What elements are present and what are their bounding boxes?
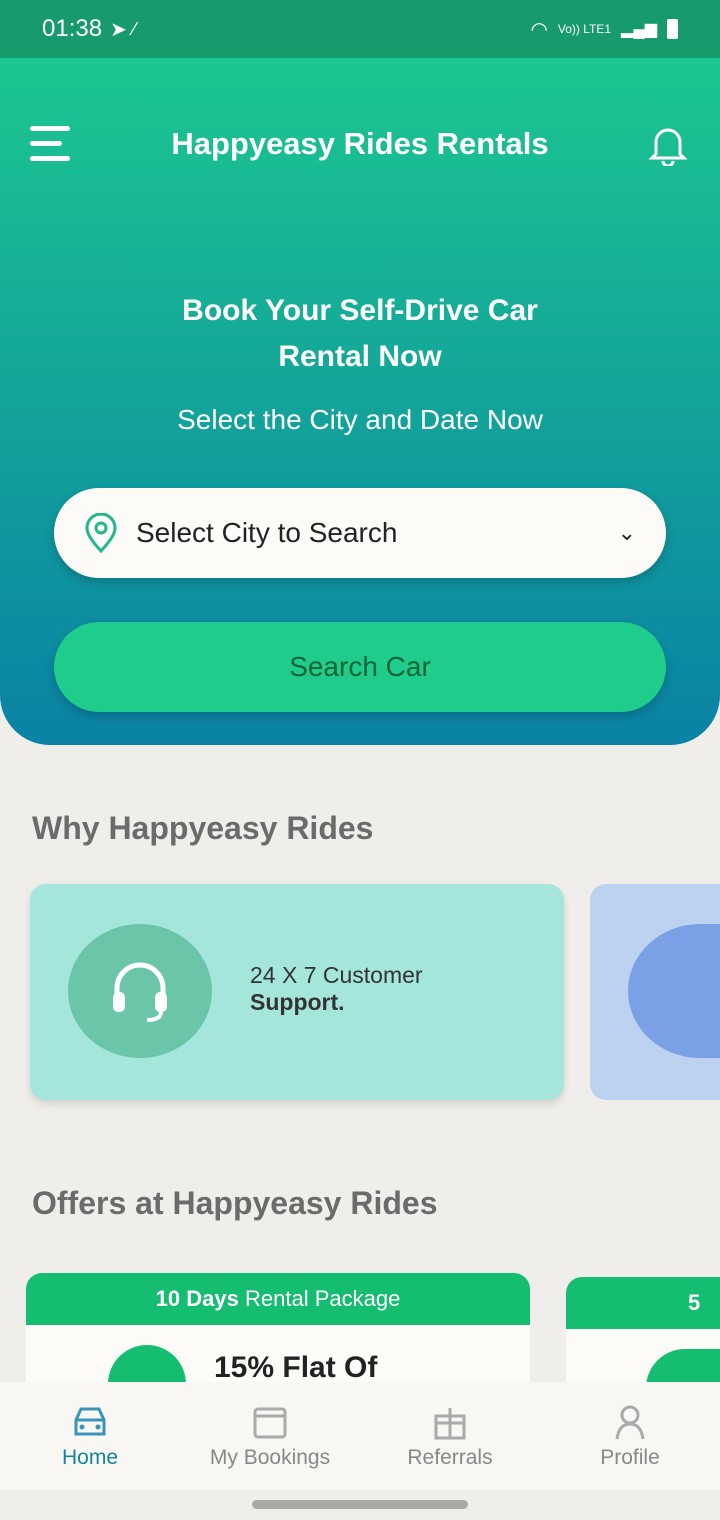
offer-header: 5 D [566,1277,720,1367]
calendar-icon [253,1407,287,1439]
search-car-button[interactable]: Search Car [54,622,666,712]
hero-subtitle: Select the City and Date Now [177,404,543,435]
bottom-nav: Home My Bookings Referrals Profile [0,1382,720,1490]
city-select[interactable]: Select City to Search ⌄ [54,488,666,578]
feature-card[interactable] [590,884,720,1100]
battery-icon [667,19,678,39]
nav-my-bookings[interactable]: My Bookings [180,1382,360,1490]
gift-icon [434,1408,466,1440]
telegram-icon: ➤ [110,18,127,41]
chevron-down-icon: ⌄ [617,520,636,545]
feature-card[interactable]: 24 X 7 Customer Support. [30,884,564,1100]
menu-icon[interactable] [30,126,70,171]
nav-home[interactable]: Home [0,1382,180,1490]
clock: 01:38 [42,15,103,42]
why-section-title: Why Happyeasy Rides [32,810,374,846]
car-icon [74,1407,106,1436]
hero-heading: Book Your Self-Drive Car Rental Now [182,294,538,373]
network-label: Vo)) LTE1 [557,22,612,36]
offers-section-title: Offers at Happyeasy Rides [32,1185,438,1221]
location-pin-icon [85,513,117,553]
wifi-icon: ◠ [530,18,548,41]
home-gesture-handle[interactable] [252,1500,468,1509]
bell-icon[interactable] [648,122,688,171]
offer-headline: 15% Flat Of [214,1351,378,1384]
app-title: Happyeasy Rides Rentals [171,126,549,161]
offer-header: 10 Days Rental Package [26,1273,530,1325]
person-icon [615,1405,645,1440]
feature-line1: 24 X 7 Customer [250,962,423,988]
status-bar: 01:38 ➤ ⁄ ◠ Vo)) LTE1 ▂▄▆ [0,0,720,58]
no-documents-icon [628,924,720,1058]
hero-section: Happyeasy Rides Rentals Book Your Self-D… [0,58,720,745]
nav-profile[interactable]: Profile [540,1382,720,1490]
signal-icon: ▂▄▆ [621,21,657,38]
city-placeholder: Select City to Search [136,517,398,548]
feature-line2: Support. [250,989,345,1015]
headset-icon [68,924,212,1058]
magic-wand-icon: ⁄ [132,18,136,39]
nav-referrals[interactable]: Referrals [360,1382,540,1490]
